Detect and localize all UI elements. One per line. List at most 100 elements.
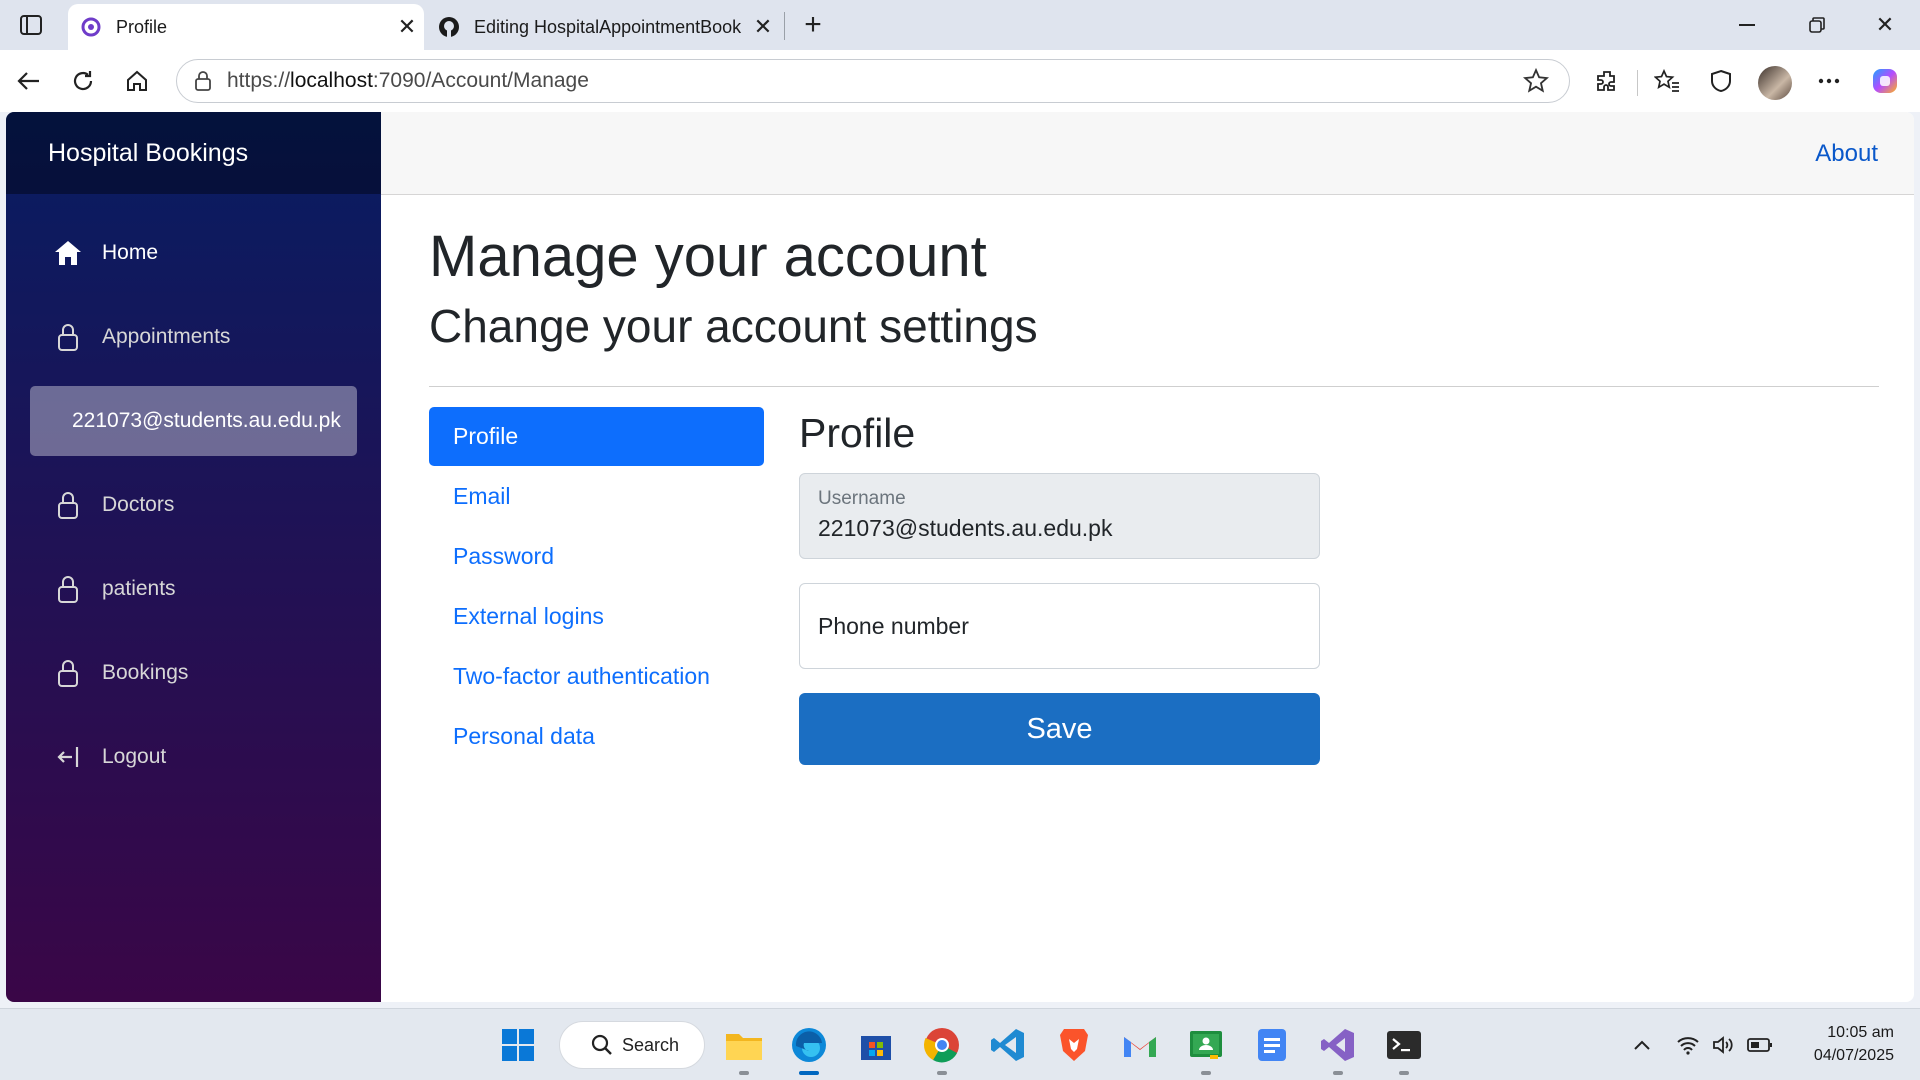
sidebar-item-home[interactable]: Home: [30, 218, 357, 288]
save-button[interactable]: Save: [799, 693, 1320, 765]
restore-icon[interactable]: [1788, 0, 1846, 50]
google-docs-icon[interactable]: [1248, 1021, 1296, 1069]
microsoft-store-icon[interactable]: [852, 1021, 900, 1069]
divider: [429, 386, 1879, 387]
gmail-icon[interactable]: [1116, 1021, 1164, 1069]
favorite-star-icon[interactable]: [1517, 62, 1555, 100]
new-tab-icon[interactable]: +: [794, 6, 832, 44]
favorites-icon[interactable]: [1648, 62, 1686, 100]
tab-profile[interactable]: Profile ✕: [68, 4, 424, 50]
profile-avatar[interactable]: [1758, 66, 1792, 100]
running-indicator: [1333, 1071, 1343, 1075]
edge-icon[interactable]: [785, 1021, 833, 1075]
close-window-icon[interactable]: ✕: [1856, 0, 1914, 50]
username-field: Username 221073@students.au.edu.pk: [799, 473, 1320, 559]
taskbar-clock[interactable]: 10:05 am 04/07/2025: [1774, 1021, 1894, 1067]
minimize-icon[interactable]: [1718, 0, 1776, 50]
lock-icon: [54, 491, 82, 519]
profile-panel: Profile Username 221073@students.au.edu.…: [799, 407, 1320, 765]
manage-nav-email[interactable]: Email: [429, 467, 764, 526]
running-indicator: [937, 1071, 947, 1075]
github-icon: [438, 16, 460, 38]
close-tab-icon[interactable]: ✕: [746, 10, 780, 44]
browser-tab-bar: Profile ✕ Editing HospitalAppointmentBoo…: [0, 0, 1920, 50]
refresh-icon[interactable]: [64, 62, 102, 100]
clock-date: 04/07/2025: [1813, 1047, 1894, 1064]
search-label: Search: [622, 1034, 680, 1055]
manage-nav: Profile Email Password External logins T…: [429, 407, 764, 767]
site-info-icon[interactable]: [183, 61, 223, 101]
battery-icon[interactable]: [1746, 1031, 1774, 1059]
wifi-icon[interactable]: [1674, 1031, 1702, 1059]
sidebar-item-label: Logout: [102, 745, 167, 768]
sidebar-item-appointments[interactable]: Appointments: [30, 302, 357, 372]
home-icon: [54, 239, 82, 267]
sidebar-item-doctors[interactable]: Doctors: [30, 470, 357, 540]
clock-time: 10:05 am: [1827, 1024, 1894, 1041]
running-indicator: [739, 1071, 749, 1075]
page-viewport: Hospital Bookings Home Appointments 2210…: [6, 112, 1914, 1002]
manage-nav-profile[interactable]: Profile: [429, 407, 764, 466]
page-subtitle: Change your account settings: [429, 300, 1038, 352]
phone-number-field[interactable]: Phone number: [799, 583, 1320, 669]
tab-github[interactable]: Editing HospitalAppointmentBook ✕: [426, 4, 780, 50]
about-link[interactable]: About: [1815, 140, 1878, 168]
tab-title: Editing HospitalAppointmentBook: [474, 16, 742, 37]
lock-icon: [54, 575, 82, 603]
sidebar-item-label: Appointments: [102, 325, 231, 348]
sidebar-item-patients[interactable]: patients: [30, 554, 357, 624]
chrome-icon[interactable]: [918, 1021, 966, 1075]
home-icon[interactable]: [118, 62, 156, 100]
taskbar: Search 10:05 am 04/07/2025: [0, 1008, 1920, 1080]
copilot-icon[interactable]: [1866, 62, 1904, 100]
tab-divider: [784, 12, 785, 40]
close-tab-icon[interactable]: ✕: [390, 10, 424, 44]
lock-icon: [54, 323, 82, 351]
manage-nav-two-factor[interactable]: Two-factor authentication: [429, 647, 764, 706]
active-indicator: [799, 1071, 819, 1075]
vscode-icon[interactable]: [984, 1021, 1032, 1069]
google-classroom-icon[interactable]: [1182, 1021, 1230, 1075]
running-indicator: [1201, 1071, 1211, 1075]
browser-toolbar: https://localhost:7090/Account/Manage: [0, 50, 1920, 112]
back-icon[interactable]: [10, 62, 48, 100]
show-hidden-icons-chevron-icon[interactable]: [1630, 1031, 1654, 1059]
manage-nav-external-logins[interactable]: External logins: [429, 587, 764, 646]
phone-number-label: Phone number: [818, 613, 969, 639]
sidebar-item-user-account[interactable]: 221073@students.au.edu.pk: [30, 386, 357, 456]
brave-icon[interactable]: [1050, 1021, 1098, 1069]
lock-icon: [54, 659, 82, 687]
sidebar-item-logout[interactable]: Logout: [30, 722, 357, 792]
taskbar-search[interactable]: Search: [559, 1021, 705, 1069]
manage-nav-personal-data[interactable]: Personal data: [429, 707, 764, 766]
tab-title: Profile: [116, 16, 168, 37]
username-label: Username: [818, 488, 906, 509]
browser-essentials-shield-icon[interactable]: [1702, 62, 1740, 100]
more-options-icon[interactable]: [1810, 62, 1848, 100]
sidebar-item-label: Doctors: [102, 493, 175, 516]
sidebar-item-label: Home: [102, 241, 159, 264]
toolbar-divider: [1637, 70, 1638, 96]
start-windows-icon[interactable]: [494, 1021, 542, 1069]
search-icon: [590, 1033, 614, 1057]
file-explorer-icon[interactable]: [720, 1021, 768, 1075]
sidebar: Hospital Bookings Home Appointments 2210…: [6, 112, 381, 1002]
sidebar-item-label: 221073@students.au.edu.pk: [72, 409, 341, 432]
top-row: About: [381, 112, 1914, 195]
address-bar[interactable]: https://localhost:7090/Account/Manage: [176, 59, 1570, 103]
tab-actions-icon[interactable]: [12, 8, 50, 42]
manage-nav-password[interactable]: Password: [429, 527, 764, 586]
volume-icon[interactable]: [1710, 1031, 1738, 1059]
extensions-icon[interactable]: [1588, 62, 1626, 100]
url-text: https://localhost:7090/Account/Manage: [227, 69, 589, 92]
brand-title[interactable]: Hospital Bookings: [6, 112, 381, 194]
sidebar-item-bookings[interactable]: Bookings: [30, 638, 357, 708]
app-favicon-icon: [80, 16, 102, 38]
sidebar-item-label: Bookings: [102, 661, 189, 684]
username-value: 221073@students.au.edu.pk: [818, 515, 1113, 541]
sidebar-item-label: patients: [102, 577, 176, 600]
logout-icon: [54, 743, 82, 771]
visual-studio-icon[interactable]: [1314, 1021, 1362, 1075]
terminal-icon[interactable]: [1380, 1021, 1428, 1075]
running-indicator: [1399, 1071, 1409, 1075]
